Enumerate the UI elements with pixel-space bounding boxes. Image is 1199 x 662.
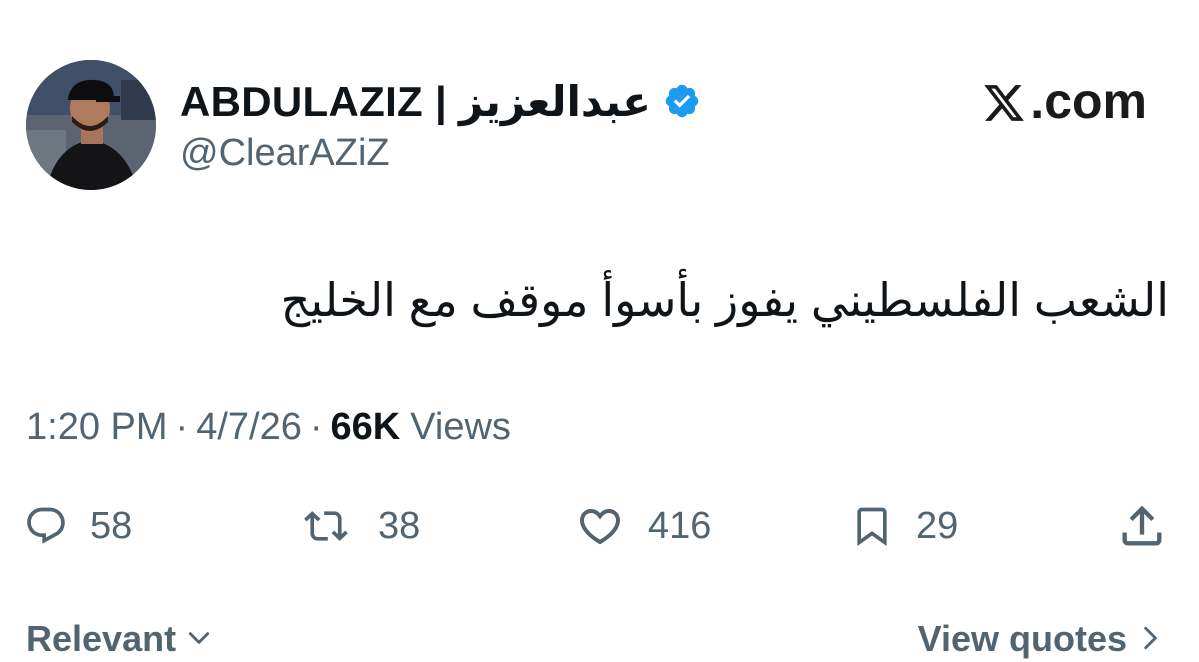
bookmark-icon bbox=[857, 507, 887, 547]
tweet-time[interactable]: 1:20 PM bbox=[26, 406, 168, 449]
tweet-date[interactable]: 4/7/26 bbox=[196, 406, 302, 449]
repost-icon bbox=[304, 511, 348, 541]
meta-separator: · bbox=[309, 406, 323, 448]
tweet-text: الشعب الفلسطيني يفوز بأسوأ موقف مع الخلي… bbox=[280, 274, 1169, 326]
meta-separator: · bbox=[175, 406, 189, 448]
reply-icon bbox=[27, 507, 65, 544]
share-icon bbox=[1122, 505, 1162, 546]
avatar-photo bbox=[26, 60, 156, 190]
chevron-down-icon bbox=[186, 618, 212, 660]
bookmark-count: 29 bbox=[916, 504, 959, 547]
x-logo-icon bbox=[982, 79, 1026, 123]
author-display-name[interactable]: ABDULAZIZ | عبدالعزيز bbox=[180, 77, 651, 126]
avatar[interactable] bbox=[26, 60, 156, 190]
share-button[interactable] bbox=[1116, 496, 1168, 556]
brand-logo: .com bbox=[982, 72, 1147, 130]
like-count: 416 bbox=[648, 504, 712, 547]
sort-dropdown[interactable]: Relevant bbox=[26, 618, 212, 660]
sort-label: Relevant bbox=[26, 618, 177, 659]
bookmark-button[interactable]: 29 bbox=[850, 496, 958, 556]
views-count: 66K bbox=[330, 406, 401, 448]
author-handle[interactable]: @ClearAZiZ bbox=[180, 132, 390, 175]
brand-domain-text: .com bbox=[1030, 73, 1147, 129]
reply-count: 58 bbox=[90, 504, 133, 547]
reply-button[interactable]: 58 bbox=[24, 496, 132, 556]
views-label: Views bbox=[410, 406, 511, 448]
repost-count: 38 bbox=[378, 504, 421, 547]
chevron-right-icon bbox=[1137, 618, 1163, 660]
verified-badge-icon bbox=[663, 82, 701, 120]
author-name-row[interactable]: ABDULAZIZ | عبدالعزيز bbox=[180, 74, 701, 128]
action-bar: 58 38 416 29 bbox=[0, 496, 1199, 556]
tweet-meta: 1:20 PM · 4/7/26 · 66K Views bbox=[26, 406, 511, 449]
view-quotes-link[interactable]: View quotes bbox=[918, 618, 1163, 660]
heart-icon bbox=[579, 509, 621, 545]
repost-button[interactable]: 38 bbox=[296, 496, 420, 556]
like-button[interactable]: 416 bbox=[574, 496, 711, 556]
view-quotes-label: View quotes bbox=[917, 618, 1127, 659]
